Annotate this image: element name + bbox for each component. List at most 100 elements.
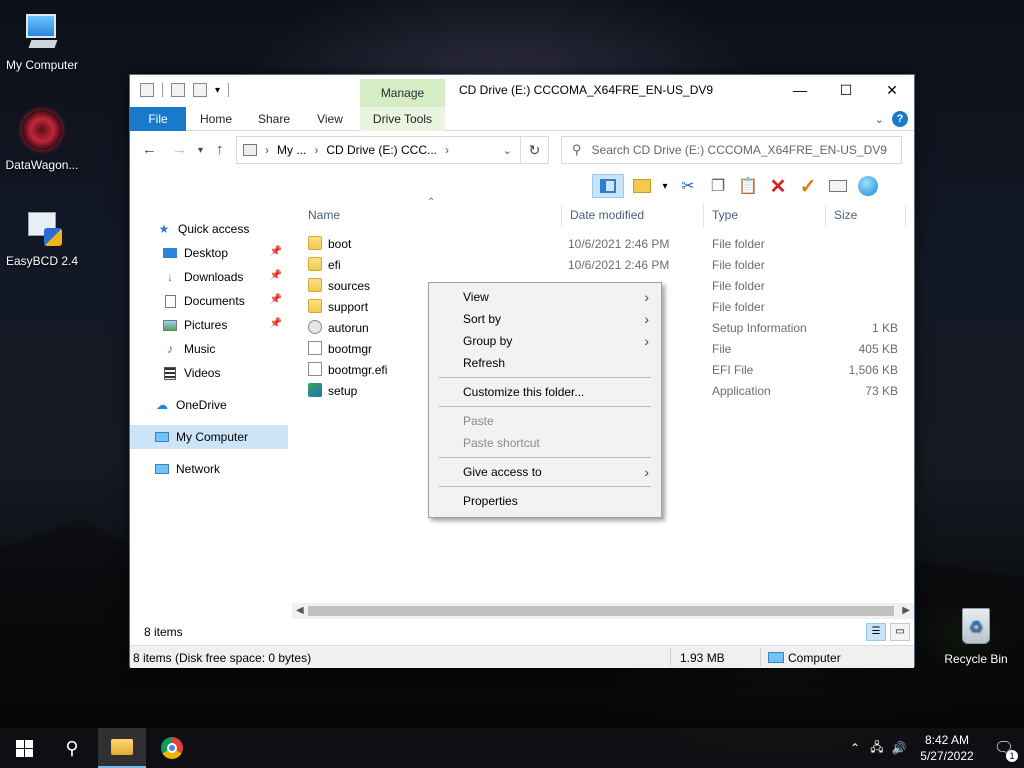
volume-icon[interactable]: 🔊 xyxy=(888,741,910,755)
nav-network[interactable]: Network xyxy=(130,457,288,481)
clock[interactable]: 8:42 AM 5/27/2022 xyxy=(910,732,984,764)
paste-icon[interactable]: 📋 xyxy=(736,174,760,198)
maximize-button[interactable]: ☐ xyxy=(823,75,869,105)
nav-documents[interactable]: Documents 📌 xyxy=(130,289,288,313)
copy-icon[interactable]: ❐ xyxy=(706,174,730,198)
forward-arrow-icon[interactable]: → xyxy=(172,141,187,158)
dropdown-icon[interactable]: ▾ xyxy=(660,174,670,198)
file-row[interactable]: efi 10/6/2021 2:46 PM File folder xyxy=(300,254,908,275)
nav-pictures[interactable]: Pictures 📌 xyxy=(130,313,288,337)
submenu-arrow-icon: › xyxy=(644,311,649,327)
scrollbar-thumb[interactable] xyxy=(308,606,894,616)
tab-manage[interactable]: Manage xyxy=(360,79,445,107)
menu-item-group-by[interactable]: Group by › xyxy=(431,330,659,352)
application-icon xyxy=(308,383,322,397)
large-icons-view-icon[interactable]: ▭ xyxy=(890,623,910,641)
breadcrumb-cd-drive[interactable]: CD Drive (E:) CCC... xyxy=(326,143,437,157)
tab-drive-tools[interactable]: Drive Tools xyxy=(360,107,445,131)
notifications-icon[interactable]: 🗨 1 xyxy=(984,738,1024,762)
cut-icon[interactable]: ✂ xyxy=(676,174,700,198)
nav-quick-access[interactable]: ★ Quick access xyxy=(130,217,288,241)
desktop-icon-recycle-bin[interactable]: Recycle Bin xyxy=(934,604,1018,666)
column-header-date[interactable]: Date modified xyxy=(562,203,704,227)
minimize-button[interactable]: — xyxy=(777,75,823,105)
nav-label: Desktop xyxy=(184,246,229,260)
file-row[interactable]: boot 10/6/2021 2:46 PM File folder xyxy=(300,233,908,254)
preview-pane-icon[interactable] xyxy=(592,174,624,198)
file-icon xyxy=(308,341,322,355)
nav-label: Videos xyxy=(184,366,221,380)
taskbar-file-explorer[interactable] xyxy=(98,728,146,768)
properties-icon[interactable] xyxy=(171,83,185,97)
recent-locations-icon[interactable]: ▾ xyxy=(198,145,203,156)
file-size: 405 KB xyxy=(858,342,898,356)
menu-item-sort-by[interactable]: Sort by › xyxy=(431,308,659,330)
nav-music[interactable]: ♪ Music xyxy=(130,337,288,361)
clock-date: 5/27/2022 xyxy=(920,749,974,763)
address-bar[interactable]: › My ... › CD Drive (E:) CCC... › ⌄ xyxy=(236,136,521,164)
file-type: Setup Information xyxy=(712,321,807,335)
menu-item-refresh[interactable]: Refresh xyxy=(431,352,659,374)
refresh-button[interactable]: ↻ xyxy=(521,136,549,164)
close-button[interactable]: ✕ xyxy=(869,75,915,105)
tab-view[interactable]: View xyxy=(306,107,354,131)
nav-downloads[interactable]: ↓ Downloads 📌 xyxy=(130,265,288,289)
pin-icon[interactable]: 📌 xyxy=(270,294,282,305)
rename-icon[interactable]: ✓ xyxy=(796,174,820,198)
up-arrow-icon[interactable]: ↑ xyxy=(216,141,224,158)
breadcrumb-separator: › xyxy=(314,143,319,157)
nav-onedrive[interactable]: ☁ OneDrive xyxy=(130,393,288,417)
show-hidden-icons-icon[interactable]: ⌃ xyxy=(844,741,866,755)
taskbar-chrome[interactable] xyxy=(148,728,196,768)
tab-file[interactable]: File xyxy=(130,107,186,131)
desktop-icon-label: EasyBCD 2.4 xyxy=(5,254,79,268)
details-view-icon[interactable]: ☰ xyxy=(866,623,886,641)
nav-desktop[interactable]: Desktop 📌 xyxy=(130,241,288,265)
menu-item-view[interactable]: View › xyxy=(431,286,659,308)
file-name: sources xyxy=(328,279,371,293)
menu-item-give-access[interactable]: Give access to › xyxy=(431,461,659,483)
notification-count: 1 xyxy=(1006,750,1018,762)
nav-label: OneDrive xyxy=(176,398,227,412)
breadcrumb-my-computer[interactable]: My ... xyxy=(277,143,306,157)
status-detail: 8 items (Disk free space: 0 bytes) xyxy=(133,651,312,665)
menu-separator xyxy=(439,377,651,378)
scroll-left-icon[interactable]: ◀ xyxy=(296,603,304,619)
search-input[interactable]: ⚲ Search CD Drive (E:) CCCOMA_X64FRE_EN-… xyxy=(561,136,902,164)
menu-separator xyxy=(439,406,651,407)
horizontal-scrollbar[interactable]: ◀ ▶ xyxy=(292,603,914,619)
title-bar[interactable]: ▾ Manage CD Drive (E:) CCCOMA_X64FRE_EN-… xyxy=(130,75,914,107)
folder-options-icon[interactable] xyxy=(630,174,654,198)
customize-qat-icon[interactable]: ▾ xyxy=(215,85,220,96)
expand-ribbon-icon[interactable]: ⌄ xyxy=(875,113,884,126)
submenu-arrow-icon: › xyxy=(644,333,649,349)
pin-icon[interactable]: 📌 xyxy=(270,246,282,257)
scroll-right-icon[interactable]: ▶ xyxy=(902,603,910,619)
address-dropdown-icon[interactable]: ⌄ xyxy=(503,144,512,157)
pin-icon[interactable]: 📌 xyxy=(270,270,282,281)
menu-item-properties[interactable]: Properties xyxy=(431,490,659,512)
tab-home[interactable]: Home xyxy=(190,107,242,131)
column-header-size[interactable]: Size xyxy=(826,203,906,227)
properties-icon[interactable] xyxy=(826,174,850,198)
desktop-icon-datawagon[interactable]: DataWagon... xyxy=(0,110,84,172)
desktop-icon-easybcd[interactable]: EasyBCD 2.4 xyxy=(0,206,84,268)
submenu-arrow-icon: › xyxy=(644,289,649,305)
pin-icon[interactable]: 📌 xyxy=(270,318,282,329)
menu-item-customize-folder[interactable]: Customize this folder... xyxy=(431,381,659,403)
desktop-icon-my-computer[interactable]: My Computer xyxy=(0,10,84,72)
search-button[interactable]: ⚲ xyxy=(48,728,96,768)
command-toolbar: ▾ ✂ ❐ 📋 ✕ ✓ xyxy=(592,171,880,201)
new-folder-icon[interactable] xyxy=(193,83,207,97)
back-arrow-icon[interactable]: ← xyxy=(142,141,157,158)
nav-videos[interactable]: Videos xyxy=(130,361,288,385)
globe-icon[interactable] xyxy=(856,174,880,198)
delete-icon[interactable]: ✕ xyxy=(766,174,790,198)
column-header-type[interactable]: Type xyxy=(704,203,826,227)
start-button[interactable] xyxy=(0,728,48,768)
tab-share[interactable]: Share xyxy=(248,107,300,131)
file-icon xyxy=(308,362,322,376)
help-icon[interactable]: ? xyxy=(892,111,908,127)
network-icon[interactable]: 🖧 xyxy=(866,738,888,759)
nav-my-computer[interactable]: My Computer xyxy=(130,425,288,449)
